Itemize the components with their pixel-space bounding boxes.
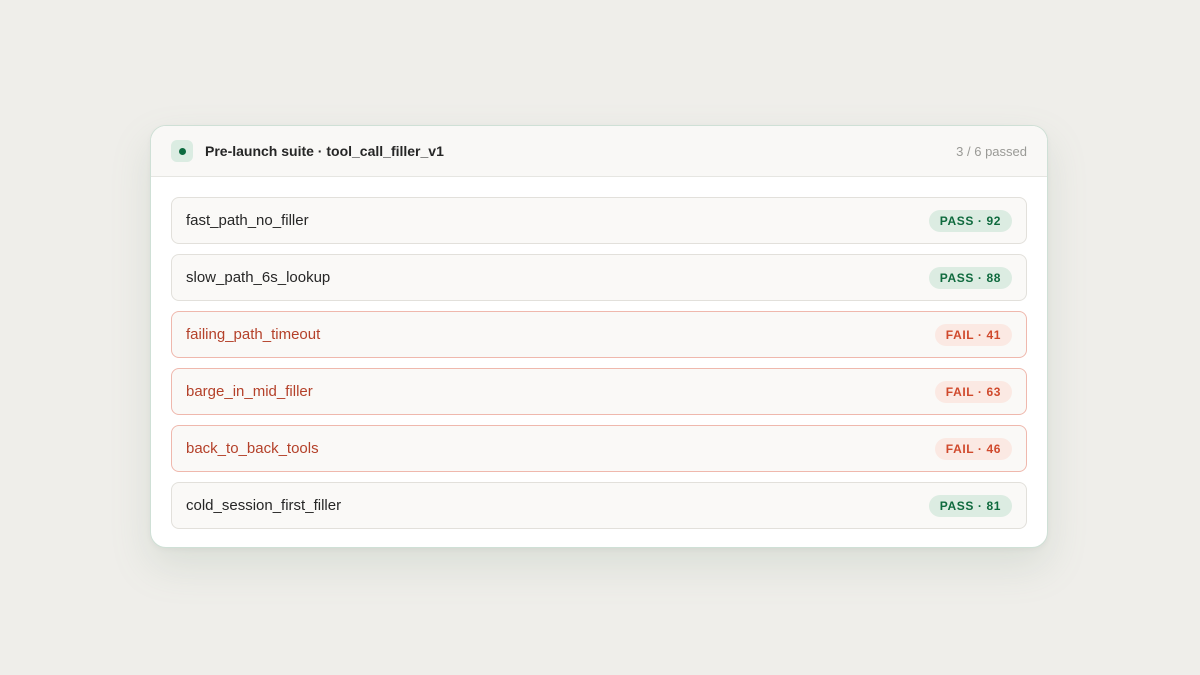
test-name: fast_path_no_filler: [186, 212, 309, 229]
test-suite-card: Pre-launch suite · tool_call_filler_v1 3…: [150, 125, 1048, 548]
test-list: fast_path_no_filler PASS · 92 slow_path_…: [151, 177, 1047, 529]
pass-count: 3 / 6 passed: [956, 143, 1027, 159]
test-name: failing_path_timeout: [186, 326, 321, 343]
status-badge: FAIL · 41: [934, 323, 1012, 346]
status-indicator: [171, 140, 193, 162]
test-row[interactable]: failing_path_timeout FAIL · 41: [171, 311, 1027, 358]
status-badge: PASS · 92: [928, 209, 1012, 232]
status-badge: PASS · 88: [928, 266, 1012, 289]
test-row[interactable]: fast_path_no_filler PASS · 92: [171, 197, 1027, 244]
test-name: barge_in_mid_filler: [186, 383, 313, 400]
test-name: cold_session_first_filler: [186, 497, 342, 514]
test-name: back_to_back_tools: [186, 440, 319, 457]
status-badge: FAIL · 63: [934, 380, 1012, 403]
test-name: slow_path_6s_lookup: [186, 269, 331, 286]
suite-title: Pre-launch suite · tool_call_filler_v1: [205, 143, 444, 159]
test-row[interactable]: back_to_back_tools FAIL · 46: [171, 425, 1027, 472]
status-dot-icon: [178, 147, 186, 155]
test-row[interactable]: barge_in_mid_filler FAIL · 63: [171, 368, 1027, 415]
status-badge: FAIL · 46: [934, 437, 1012, 460]
status-badge: PASS · 81: [928, 494, 1012, 517]
test-row[interactable]: slow_path_6s_lookup PASS · 88: [171, 254, 1027, 301]
test-row[interactable]: cold_session_first_filler PASS · 81: [171, 482, 1027, 529]
suite-header: Pre-launch suite · tool_call_filler_v1 3…: [151, 126, 1047, 177]
